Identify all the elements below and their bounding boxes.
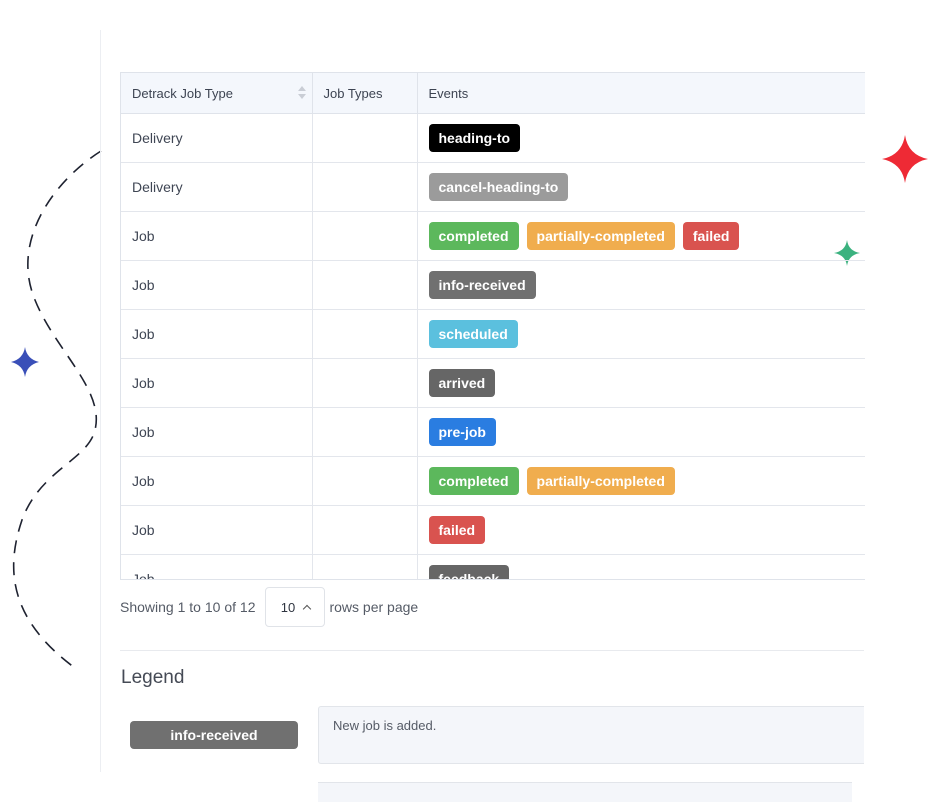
column-header-events: Events [417,73,865,114]
panel-edge [100,30,101,772]
event-badge: cancel-heading-to [428,173,569,201]
section-divider [120,650,864,651]
cell-detrack-job-type: Job [121,358,313,408]
sort-icon[interactable] [297,86,306,100]
cell-events: heading-to [417,113,865,163]
event-badge: arrived [428,369,496,397]
events-table-viewport[interactable]: Detrack Job Type Job Types Events Delive… [120,72,865,580]
cell-detrack-job-type: Job [121,505,313,555]
cell-detrack-job-type: Job [121,211,313,261]
events-table: Detrack Job Type Job Types Events Delive… [121,73,865,579]
cell-detrack-job-type: Delivery [121,162,313,212]
cell-job-types [312,211,418,261]
table-header-row: Detrack Job Type Job Types Events [121,73,865,114]
dashed-curve [12,150,102,669]
total-count: 12 [239,599,256,615]
cell-events: completed partially-completed [417,456,865,506]
sparkle-red-icon [882,135,928,183]
rows-per-page-label: rows per page [329,599,419,615]
event-badge: failed [682,222,740,250]
cell-detrack-job-type: Job [121,407,313,457]
event-badge: partially-completed [526,222,675,250]
event-badge: partially-completed [526,467,675,495]
event-badge: completed [428,222,519,250]
cell-events: completed partially-completed failed [417,211,865,261]
chevron-up-icon [302,604,312,614]
event-badge: pre-job [428,418,496,446]
cell-detrack-job-type: Job [121,260,313,310]
showing-prefix: Showing [120,599,174,615]
to-word: to [189,599,201,615]
cell-events: scheduled [417,309,865,359]
range-from: 1 [177,599,186,615]
event-badge: info-received [428,271,536,299]
cell-job-types [312,407,418,457]
table-row: Job failed [121,505,865,555]
event-badge: failed [428,516,486,544]
legend-description: New job is added. [318,706,864,764]
cell-events: failed [417,505,865,555]
table-row: Delivery cancel-heading-to [121,162,865,212]
table-row: Job feedback [121,554,865,579]
cell-detrack-job-type: Delivery [121,113,313,163]
pagination-bar: Showing 1 to 10 of 12 10 rows per page [120,587,418,627]
table-row: Job scheduled [121,309,865,359]
event-badge: feedback [428,565,510,579]
cell-job-types [312,113,418,163]
cell-events: feedback [417,554,865,579]
cell-job-types [312,358,418,408]
event-badge: completed [428,467,519,495]
column-header-job-types: Job Types [312,73,418,114]
table-row: Job info-received [121,260,865,310]
legend-description-next [318,782,852,802]
cell-detrack-job-type: Job [121,554,313,579]
legend-title: Legend [121,667,185,688]
table-row: Job pre-job [121,407,865,457]
of-word: of [224,599,237,615]
cell-job-types [312,505,418,555]
cell-events: pre-job [417,407,865,457]
table-body: Delivery heading-to Delivery cancel-heading… [121,113,865,579]
range-to: 10 [204,599,221,615]
rows-per-page-select[interactable]: 10 [265,587,326,627]
cell-events: arrived [417,358,865,408]
sparkle-blue-icon [11,347,39,377]
events-panel: Detrack Job Type Job Types Events Delive… [120,72,865,580]
cell-detrack-job-type: Job [121,456,313,506]
cell-events: info-received [417,260,865,310]
cell-job-types [312,456,418,506]
cell-detrack-job-type: Job [121,309,313,359]
cell-events: cancel-heading-to [417,162,865,212]
cell-job-types [312,260,418,310]
cell-job-types [312,162,418,212]
table-row: Delivery heading-to [121,113,865,163]
event-badge: heading-to [428,124,521,152]
table-row: Job arrived [121,358,865,408]
rows-per-page-value: 10 [280,599,296,615]
cell-job-types [312,554,418,579]
legend-badge-info-received: info-received [130,721,298,749]
column-header-detrack-job-type[interactable]: Detrack Job Type [121,73,313,114]
event-badge: scheduled [428,320,518,348]
table-row: Job completed partially-completed failed [121,211,865,261]
cell-job-types [312,309,418,359]
table-row: Job completed partially-completed [121,456,865,506]
